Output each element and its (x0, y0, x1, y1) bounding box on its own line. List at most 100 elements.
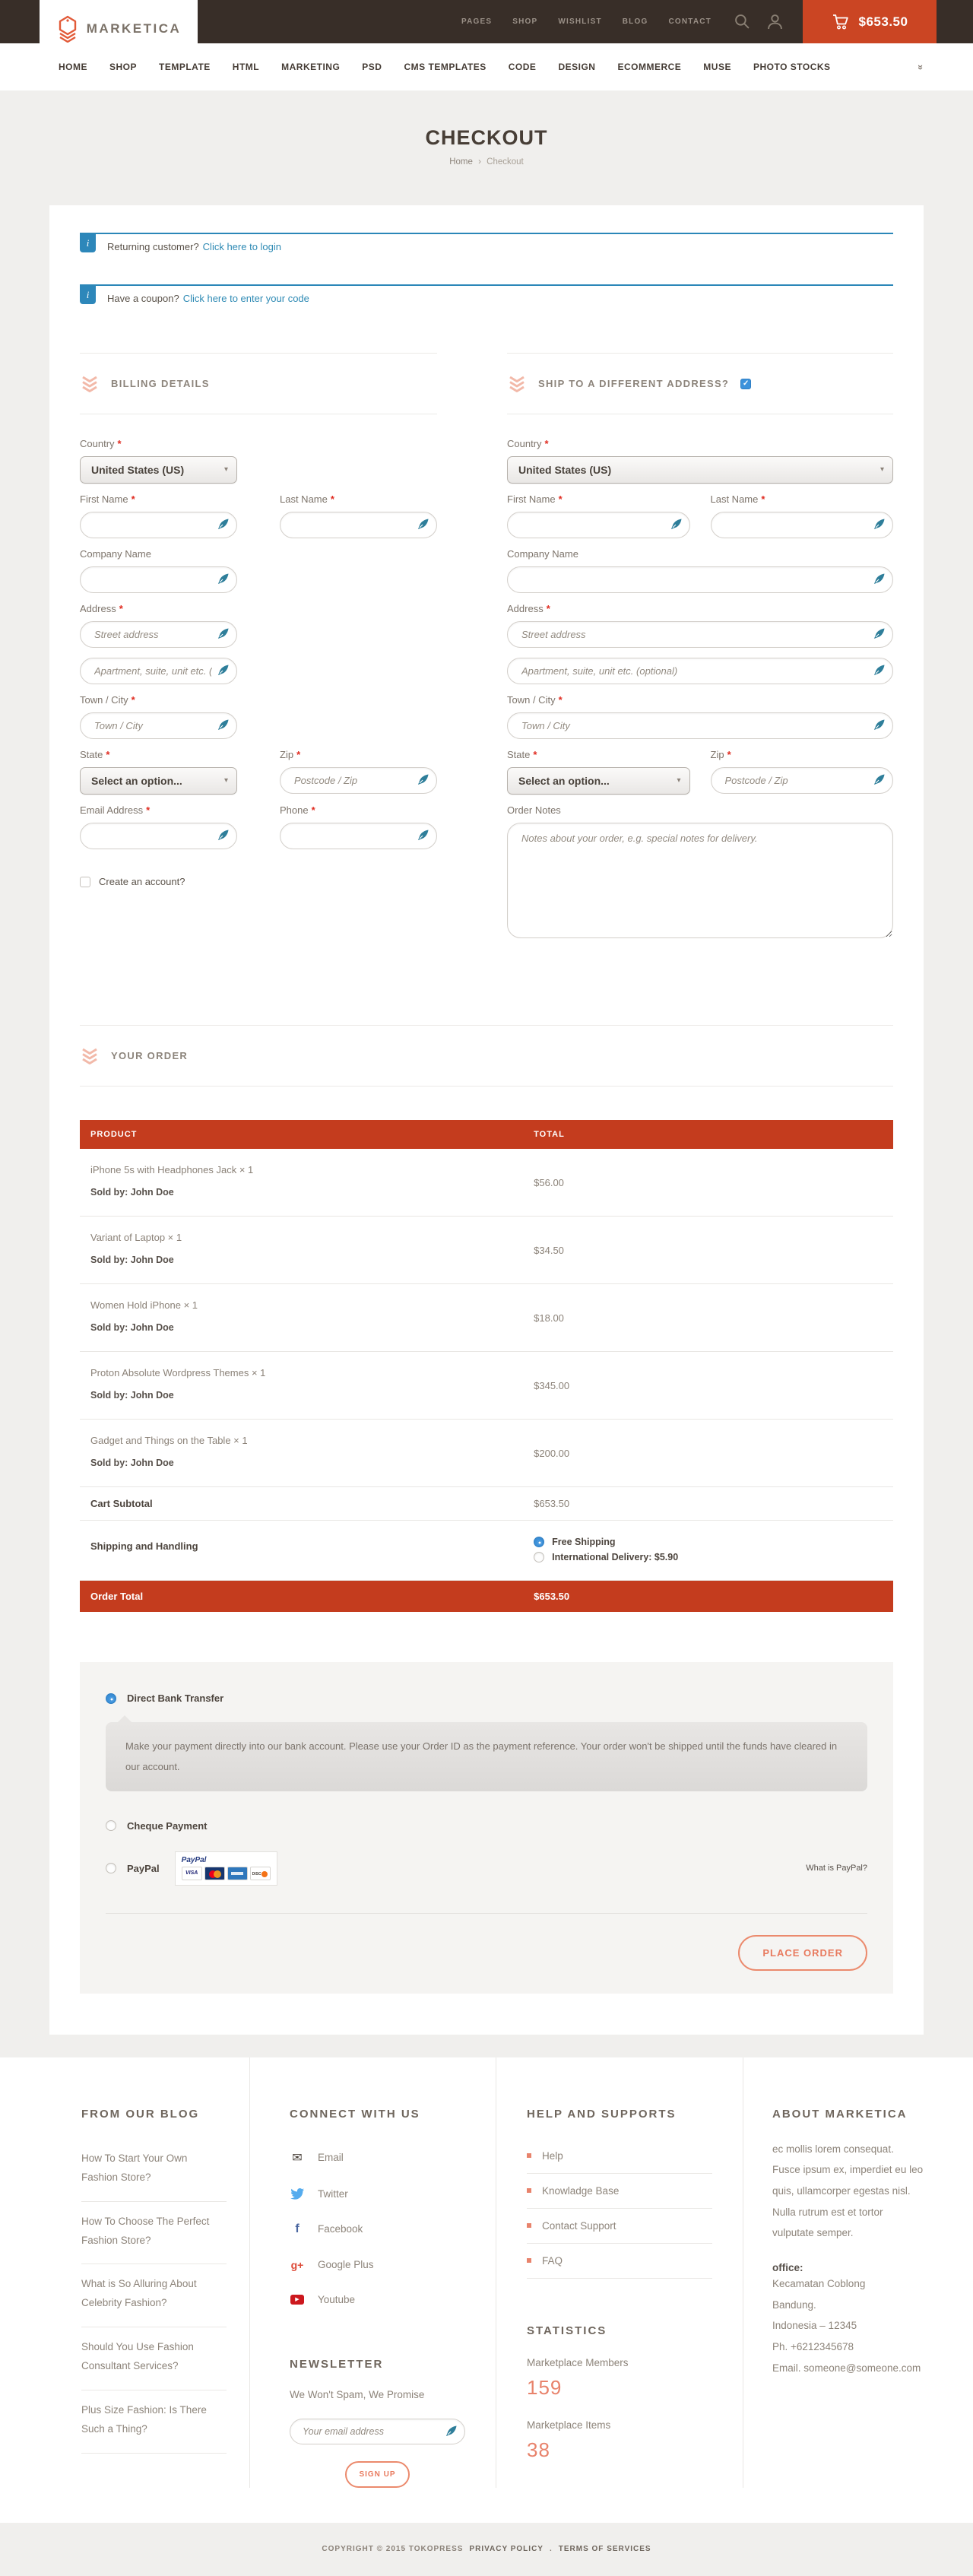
shipping-last-name-input[interactable] (711, 512, 894, 538)
newsletter-email-input[interactable] (290, 2419, 465, 2444)
login-link[interactable]: Click here to login (203, 241, 281, 252)
footer-blog-heading: FROM OUR BLOG (81, 2108, 227, 2121)
your-order-heading: YOUR ORDER (111, 1050, 188, 1061)
stat-label: Marketplace Items (527, 2419, 712, 2431)
shipping-state-select[interactable]: Select an option... ▾ (507, 767, 690, 795)
order-notes-textarea[interactable] (507, 823, 893, 938)
nav-psd[interactable]: PSD (362, 62, 382, 72)
brand-logo[interactable]: MARKETICA (40, 0, 198, 58)
newsletter-signup-button[interactable]: SIGN UP (345, 2461, 409, 2488)
ship-different-checkbox[interactable]: ✓ (740, 379, 751, 389)
footer: FROM OUR BLOG How To Start Your Own Fash… (0, 2057, 973, 2523)
billing-state-select[interactable]: Select an option... ▾ (80, 767, 237, 795)
shipping-town-input[interactable] (507, 712, 893, 739)
billing-first-name-label: First Name* (80, 493, 237, 505)
nav-cms-templates[interactable]: CMS TEMPLATES (404, 62, 486, 72)
help-link[interactable]: Help (527, 2139, 712, 2174)
terms-link[interactable]: TERMS OF SERVICES (559, 2545, 651, 2553)
office-line: Ph. +6212345678 (772, 2336, 924, 2358)
social-link-facebook[interactable]: f Facebook (290, 2211, 465, 2248)
cart-total: $653.50 (859, 14, 908, 30)
faq-link[interactable]: FAQ (527, 2244, 712, 2279)
office-line: Kecamatan Coblong (772, 2273, 924, 2295)
billing-apartment-input[interactable] (80, 658, 237, 684)
email-icon: ✉ (290, 2150, 305, 2165)
cart-subtotal-label: Cart Subtotal (90, 1498, 153, 1509)
billing-country-select[interactable]: United States (US) ▾ (80, 456, 237, 484)
create-account-checkbox[interactable] (80, 877, 90, 887)
sold-by: Sold by: John Doe (90, 1322, 512, 1333)
page-title: CHECKOUT (0, 126, 973, 150)
billing-address-label: Address* (80, 603, 237, 614)
contact-support-link[interactable]: Contact Support (527, 2209, 712, 2244)
shipping-address-label: Address* (507, 603, 893, 614)
social-link-twitter[interactable]: Twitter (290, 2177, 465, 2211)
billing-email-input[interactable] (80, 823, 237, 849)
nav-code[interactable]: CODE (509, 62, 537, 72)
order-table: PRODUCT TOTAL iPhone 5s with Headphones … (80, 1120, 893, 1612)
shipping-zip-input[interactable] (711, 767, 894, 794)
social-link-youtube[interactable]: ▶ Youtube (290, 2283, 465, 2317)
shipping-company-input[interactable] (507, 566, 893, 593)
free-shipping-radio[interactable] (534, 1537, 544, 1547)
what-is-paypal-link[interactable]: What is PayPal? (806, 1864, 867, 1873)
breadcrumb-home[interactable]: Home (449, 157, 473, 167)
nav-shop[interactable]: SHOP (109, 62, 137, 72)
blog-post-link[interactable]: What is So Alluring About Celebrity Fash… (81, 2264, 227, 2327)
utility-nav-pages[interactable]: PAGES (461, 17, 492, 26)
billing-town-input[interactable] (80, 712, 237, 739)
nav-more-icon[interactable]: » (915, 64, 927, 69)
square-bullet-icon (527, 2258, 531, 2263)
billing-last-name-input[interactable] (280, 512, 437, 538)
stat-label: Marketplace Members (527, 2357, 712, 2368)
nav-template[interactable]: TEMPLATE (159, 62, 211, 72)
privacy-policy-link[interactable]: PRIVACY POLICY (469, 2545, 544, 2553)
shipping-country-select[interactable]: United States (US) ▾ (507, 456, 893, 484)
blog-post-link[interactable]: Plus Size Fashion: Is There Such a Thing… (81, 2390, 227, 2454)
social-link-google-plus[interactable]: g+ Google Plus (290, 2248, 465, 2283)
shipping-zip-label: Zip* (711, 749, 894, 760)
shipping-street-input[interactable] (507, 621, 893, 648)
social-link-email[interactable]: ✉ Email (290, 2139, 465, 2177)
bank-transfer-radio[interactable] (106, 1693, 116, 1704)
ship-different-heading: SHIP TO A DIFFERENT ADDRESS? (538, 378, 729, 389)
search-icon[interactable] (734, 14, 750, 30)
section-layers-icon (507, 374, 527, 393)
utility-nav-wishlist[interactable]: WISHLIST (558, 17, 601, 26)
place-order-button[interactable]: PLACE ORDER (738, 1935, 867, 1971)
blog-post-link[interactable]: Should You Use Fashion Consultant Servic… (81, 2327, 227, 2390)
blog-post-link[interactable]: How To Choose The Perfect Fashion Store? (81, 2202, 227, 2265)
billing-street-input[interactable] (80, 621, 237, 648)
order-total-value: $653.50 (523, 1581, 893, 1613)
nav-design[interactable]: DESIGN (558, 62, 595, 72)
returning-customer-text: Returning customer? (107, 241, 199, 252)
cart-subtotal-row: Cart Subtotal $653.50 (80, 1487, 893, 1521)
knowledge-base-link[interactable]: Knowladge Base (527, 2174, 712, 2209)
blog-post-link[interactable]: How To Start Your Own Fashion Store? (81, 2139, 227, 2202)
price-tag-icon (56, 15, 79, 43)
utility-nav-shop[interactable]: SHOP (512, 17, 537, 26)
utility-nav-contact[interactable]: CONTACT (668, 17, 712, 26)
nav-html[interactable]: HTML (233, 62, 259, 72)
cart-button[interactable]: $653.50 (803, 0, 937, 43)
coupon-link[interactable]: Click here to enter your code (183, 293, 309, 304)
billing-company-input[interactable] (80, 566, 237, 593)
billing-phone-input[interactable] (280, 823, 437, 849)
about-text: ec mollis lorem consequat. Fusce ipsum e… (772, 2139, 924, 2244)
cheque-payment-radio[interactable] (106, 1820, 116, 1831)
paypal-radio[interactable] (106, 1863, 116, 1873)
billing-first-name-input[interactable] (80, 512, 237, 538)
nav-home[interactable]: HOME (59, 62, 87, 72)
shipping-apartment-input[interactable] (507, 658, 893, 684)
order-notes-label: Order Notes (507, 804, 893, 816)
utility-nav-blog[interactable]: BLOG (623, 17, 648, 26)
international-delivery-radio[interactable] (534, 1552, 544, 1562)
nav-photo-stocks[interactable]: PHOTO STOCKS (753, 62, 831, 72)
nav-ecommerce[interactable]: ECOMMERCE (617, 62, 681, 72)
nav-marketing[interactable]: MARKETING (281, 62, 340, 72)
nav-muse[interactable]: MUSE (703, 62, 731, 72)
shipping-first-name-input[interactable] (507, 512, 690, 538)
billing-zip-input[interactable] (280, 767, 437, 794)
user-account-icon[interactable] (767, 14, 783, 30)
shipping-section: SHIP TO A DIFFERENT ADDRESS? ✓ Country* … (507, 353, 893, 952)
